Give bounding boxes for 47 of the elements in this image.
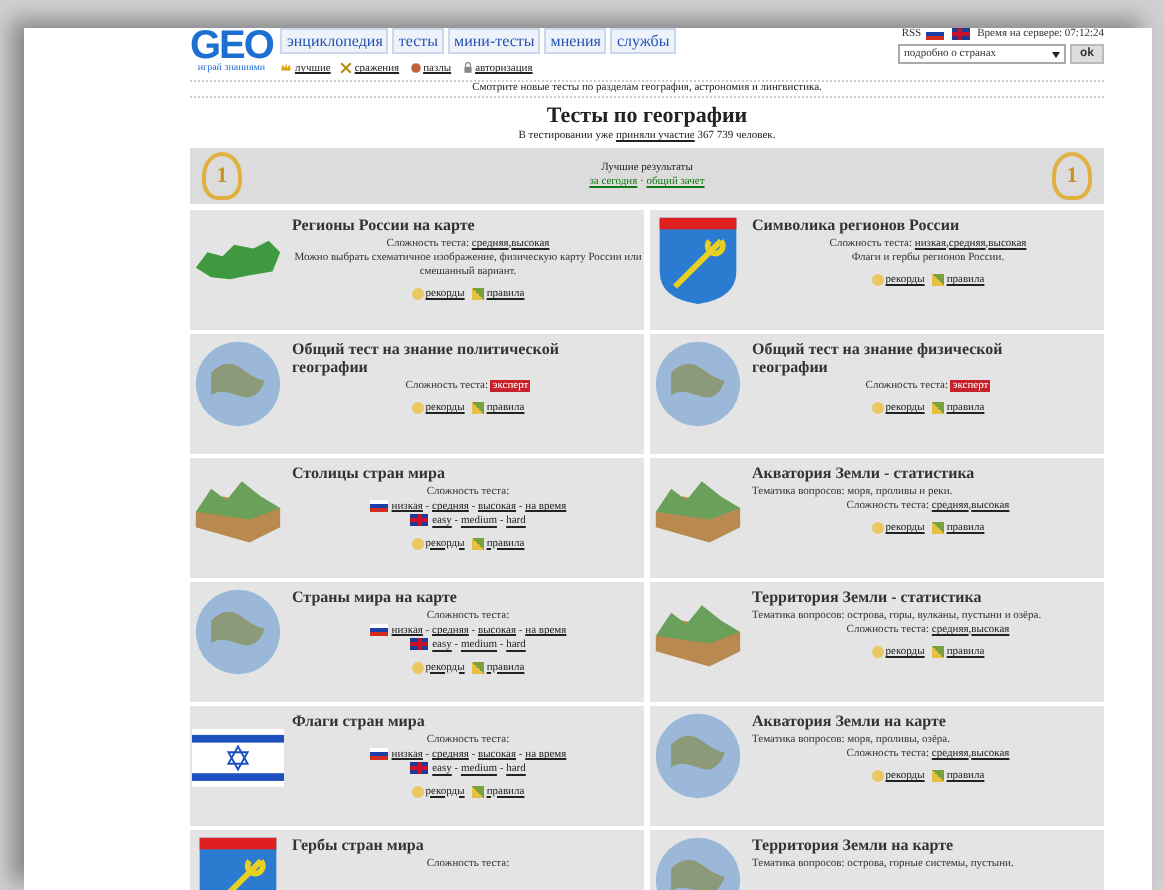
russian-flag-icon <box>369 624 388 636</box>
medal-icon <box>871 402 884 414</box>
nav-tab[interactable]: тесты <box>392 28 445 54</box>
nav-tab[interactable]: службы <box>610 28 676 54</box>
medal-icon <box>411 288 424 300</box>
nav-tab[interactable]: мнения <box>544 28 607 54</box>
test-title[interactable]: Флаги стран мира <box>292 712 592 730</box>
medal-icon <box>411 537 424 550</box>
russian-flag-icon <box>369 748 388 760</box>
russian-flag-icon <box>369 500 388 512</box>
test-title[interactable]: Акватория Земли на карте <box>752 712 1052 730</box>
medal-icon <box>871 522 884 534</box>
test-title[interactable]: Страны мира на карте <box>292 588 592 606</box>
crown-icon <box>280 62 293 74</box>
test-title[interactable]: Территория Земли - статистика <box>752 588 1052 606</box>
caret-icon <box>1051 51 1060 57</box>
british-flag-icon <box>951 28 970 40</box>
globe-drawing <box>192 586 284 678</box>
test-title[interactable]: Общий тест на знание физической географии <box>752 340 1052 376</box>
test-title[interactable]: Общий тест на знание политической географии <box>292 340 592 376</box>
medal-icon <box>411 402 424 414</box>
british-flag-icon <box>410 638 429 651</box>
puzzle-icon <box>409 62 422 74</box>
nav-tab[interactable]: мини-тесты <box>448 28 541 54</box>
medal-icon <box>411 785 424 798</box>
medal-icon: 1 <box>1051 152 1092 200</box>
page-title: Тесты по географии <box>544 104 750 128</box>
british-flag-icon <box>410 514 429 527</box>
globe-drawing <box>652 338 744 430</box>
test-title[interactable]: Гербы стран мира <box>292 836 592 854</box>
medal-icon <box>411 661 424 674</box>
russian-flag-icon <box>925 28 944 40</box>
globe-drawing <box>652 710 744 802</box>
british-flag-icon <box>410 762 429 775</box>
medal-icon <box>871 770 884 782</box>
globe-drawing <box>192 338 284 430</box>
medal-icon: 1 <box>202 152 242 200</box>
nav-tab[interactable]: энциклопедия <box>280 28 389 54</box>
test-title[interactable]: Символика регионов России <box>752 216 1052 234</box>
test-title[interactable]: Акватория Земли - статистика <box>752 464 1052 482</box>
medal-icon <box>871 274 884 286</box>
test-title[interactable]: Столицы стран мира <box>292 464 592 482</box>
medal-icon <box>871 646 884 658</box>
lock-icon <box>461 62 474 74</box>
swords-icon <box>340 62 353 74</box>
test-title[interactable]: Территория Земли на карте <box>752 836 1052 854</box>
test-title[interactable]: Регионы России на карте <box>292 216 592 234</box>
